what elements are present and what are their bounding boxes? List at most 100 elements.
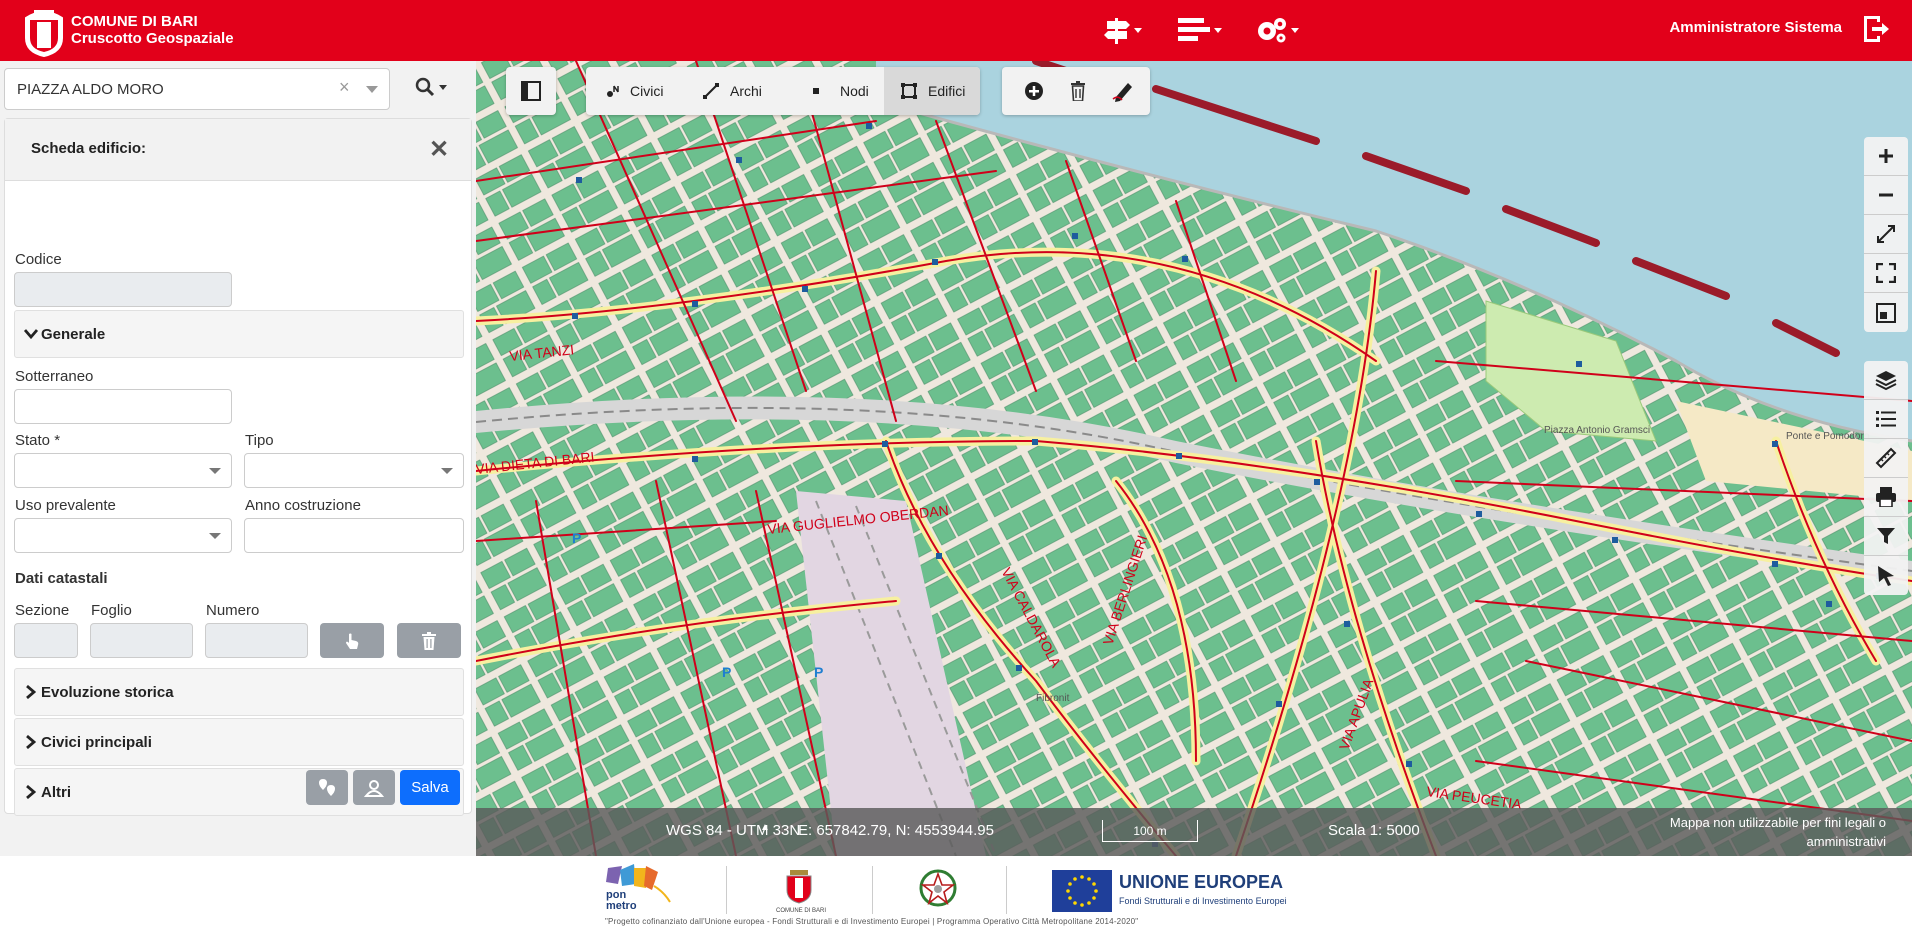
plus-icon [1879,149,1893,163]
comune-caption: COMUNE DI BARI [776,908,827,914]
chevron-down-icon [1291,27,1299,33]
anno-costruzione-input[interactable] [244,518,464,553]
filter-button[interactable] [1864,517,1908,556]
uso-prevalente-select[interactable] [14,518,232,553]
chevron-right-icon [26,735,36,749]
delete-feature-button[interactable] [1058,67,1098,115]
chevron-right-icon [26,685,36,699]
civici-tool-label: Civici [630,83,664,99]
foglio-input [90,623,193,658]
parking-icon: P [722,664,731,680]
user-name[interactable]: Amministratore Sistema [1669,19,1842,36]
user-pin-icon [364,779,384,797]
line-segment-icon [703,83,719,99]
sezione-label: Sezione [15,602,70,619]
cursor-arrow-icon [1878,565,1894,586]
scale-bar-label: 100 m [1133,824,1167,838]
zoom-toolbar [1864,137,1908,332]
print-button[interactable] [1864,478,1908,517]
zoom-out-button[interactable] [1864,176,1908,215]
map-basemap[interactable]: VIA DIETA DI BARI VIA GUGLIELMO OBERDAN … [476,61,1912,856]
footer-divider [1006,866,1007,914]
tipo-select[interactable] [244,453,464,488]
comune-bari-crest-icon [786,870,812,904]
print-icon [1876,487,1896,507]
sotterraneo-input[interactable] [14,389,232,424]
locate-on-map-button[interactable] [306,770,348,805]
gears-icon [1258,18,1286,43]
legend-button[interactable] [1864,400,1908,439]
crs-toggle-icon[interactable]: ▲ [760,822,770,833]
save-button[interactable]: Salva [400,770,460,805]
measure-button[interactable] [1864,439,1908,478]
codice-label: Codice [15,251,62,268]
tasks-menu[interactable] [1178,14,1222,46]
edifici-tool-label: Edifici [928,83,966,99]
edit-geometry-button[interactable] [353,770,395,805]
select-cadastral-button[interactable] [320,623,384,658]
delete-cadastral-button[interactable] [397,623,461,658]
section-evoluzione-storica[interactable]: Evoluzione storica [14,668,464,716]
place-label-ponte-pomodoro: Ponte e Pomodoro [1786,431,1870,442]
close-icon[interactable]: ✕ [429,135,449,164]
section-generale[interactable]: Generale [14,310,464,358]
edit-feature-button[interactable] [1102,67,1146,115]
left-panel: PIAZZA ALDO MORO × Scheda edificio: ✕ Co… [0,61,476,856]
address-search-combobox[interactable]: PIAZZA ALDO MORO × [4,68,390,110]
layers-button[interactable] [1864,361,1908,400]
minus-icon [1879,193,1893,197]
map-markers-icon [319,778,335,796]
chevron-down-icon [1214,27,1222,33]
trash-icon [422,631,436,650]
sotterraneo-label: Sotterraneo [15,368,94,385]
nodi-tool-button[interactable]: Nodi [786,67,884,115]
search-options-button[interactable] [415,77,447,97]
fullscreen-button[interactable] [1864,254,1908,293]
fullscreen-icon [1876,263,1896,283]
civici-tool-button[interactable]: Civici [586,67,686,115]
section-altri[interactable]: Altri [14,768,464,816]
building-card: Scheda edificio: ✕ Codice Generale Sotte… [4,118,472,816]
zoom-in-button[interactable] [1864,137,1908,176]
dati-catastali-heading: Dati catastali [15,570,108,587]
settings-menu[interactable] [1255,14,1299,46]
zoom-extent-button[interactable] [1864,215,1908,254]
pointer-hand-icon [346,633,359,649]
section-civici-principali[interactable]: Civici principali [14,718,464,766]
dropdown-caret-icon[interactable] [366,86,378,93]
footer: pon metro COMUNE DI BARI UNIONE EUROPEA … [0,856,1912,931]
place-label-fibronit: Fibronit [1036,693,1070,704]
signpost-icon [1104,18,1130,44]
legal-disclaimer: Mappa non utilizzabile per fini legali o… [1669,815,1886,849]
add-feature-button[interactable] [1014,67,1054,115]
toggle-sidebar-button[interactable] [506,67,556,115]
archi-tool-label: Archi [730,83,762,99]
crs-label[interactable]: WGS 84 - UTM 33N [666,822,800,839]
eu-subtitle: Fondi Strutturali e di Investimento Euro… [1119,896,1287,906]
clear-icon[interactable]: × [339,77,350,98]
pencil-edit-icon [1112,83,1132,102]
map-tools-toolbar [1864,361,1908,595]
trash-icon [1071,81,1085,101]
anno-costruzione-label: Anno costruzione [245,497,361,514]
chevron-down-icon [24,329,38,340]
codice-input [14,272,232,307]
overview-map-button[interactable] [1864,293,1908,332]
ruler-icon [1875,447,1897,469]
map-status-bar: WGS 84 - UTM 33N ▲ E: 657842.79, N: 4553… [476,808,1912,856]
org-name: COMUNE DI BARI [71,13,198,30]
node-square-icon [813,88,819,94]
civici-point-icon [607,85,619,97]
signpost-menu[interactable] [1104,14,1142,46]
pon-metro-label: pon metro [606,889,637,912]
logout-icon[interactable] [1860,14,1890,44]
archi-tool-button[interactable]: Archi [686,67,786,115]
stato-select[interactable] [14,453,232,488]
polygon-square-icon [901,83,917,99]
stato-label: Stato * [15,432,61,449]
select-pointer-button[interactable] [1864,556,1908,595]
app-header: COMUNE DI BARI Cruscotto Geospaziale Amm… [0,0,1912,61]
list-bars-icon [1178,18,1210,41]
edifici-tool-button[interactable]: Edifici [884,67,980,115]
map-view[interactable]: VIA DIETA DI BARI VIA GUGLIELMO OBERDAN … [476,61,1912,856]
